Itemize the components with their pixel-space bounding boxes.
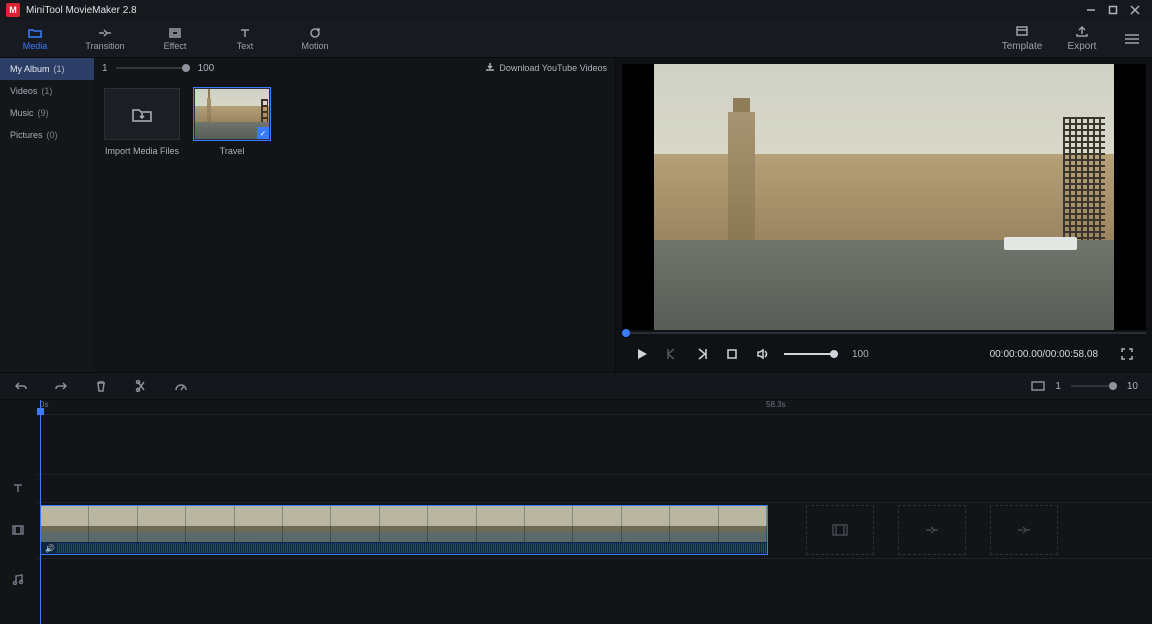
app-title: MiniTool MovieMaker 2.8	[26, 5, 1080, 16]
drop-video-slot[interactable]	[806, 505, 874, 555]
motion-icon	[308, 26, 322, 40]
drop-transition-slot-2[interactable]	[990, 505, 1058, 555]
split-button[interactable]	[134, 379, 148, 393]
title-bar: M MiniTool MovieMaker 2.8	[0, 0, 1152, 20]
seek-bar[interactable]	[622, 330, 1146, 336]
spacer-track	[36, 414, 1152, 474]
fit-timeline-button[interactable]	[1031, 379, 1045, 393]
video-track-icon	[0, 502, 36, 558]
import-icon	[104, 88, 180, 140]
app-logo: M	[6, 3, 20, 17]
library-sidebar: My Album(1) Videos(1) Music(9) Pictures(…	[0, 58, 94, 372]
export-icon	[1075, 25, 1089, 40]
media-grid: Import Media Files ✓ Travel	[94, 78, 615, 166]
timeline: 0s 58.3s 🔊	[0, 400, 1152, 624]
sidebar-item-myalbum[interactable]: My Album(1)	[0, 58, 94, 80]
volume-slider[interactable]	[784, 353, 838, 355]
download-youtube-link[interactable]: Download YouTube Videos	[485, 62, 607, 74]
import-media-card[interactable]: Import Media Files	[104, 88, 180, 156]
menu-button[interactable]	[1112, 33, 1152, 45]
close-button[interactable]	[1124, 1, 1146, 19]
preview-panel: 100 00:00:00.00/00:00:58.08	[616, 58, 1152, 372]
text-track[interactable]	[36, 474, 1152, 502]
minimize-button[interactable]	[1080, 1, 1102, 19]
drop-transition-slot[interactable]	[898, 505, 966, 555]
drop-slots	[806, 505, 1058, 555]
tracks-area[interactable]: 0s 58.3s 🔊	[36, 400, 1152, 624]
template-icon	[1015, 25, 1029, 40]
music-track[interactable]	[36, 558, 1152, 600]
tab-text[interactable]: Text	[210, 20, 280, 58]
video-clip[interactable]: 🔊	[40, 505, 768, 555]
preview-controls: 100 00:00:00.00/00:00:58.08	[622, 336, 1146, 372]
tab-effect[interactable]: Effect	[140, 20, 210, 58]
timeline-toolbar: 1 10	[0, 372, 1152, 400]
volume-icon[interactable]	[754, 346, 770, 362]
transition-icon	[98, 26, 112, 40]
preview-canvas[interactable]	[622, 64, 1146, 330]
delete-button[interactable]	[94, 379, 108, 393]
volume-value: 100	[852, 349, 869, 360]
clip-thumbnails	[41, 506, 767, 542]
waveform	[57, 543, 767, 553]
template-button[interactable]: Template	[992, 20, 1052, 58]
sidebar-item-videos[interactable]: Videos(1)	[0, 80, 94, 102]
main-area: My Album(1) Videos(1) Music(9) Pictures(…	[0, 58, 1152, 372]
folder-icon	[28, 26, 42, 40]
playhead[interactable]	[40, 400, 41, 624]
music-track-icon	[0, 558, 36, 600]
fullscreen-button[interactable]	[1120, 347, 1134, 361]
tab-transition[interactable]: Transition	[70, 20, 140, 58]
main-toolbar: Media Transition Effect Text Motion Temp…	[0, 20, 1152, 58]
clip-audio-lane: 🔊	[41, 542, 767, 554]
effect-icon	[168, 26, 182, 40]
timeline-zoom-max: 10	[1127, 381, 1138, 392]
undo-button[interactable]	[14, 379, 28, 393]
speed-button[interactable]	[174, 379, 188, 393]
tab-media[interactable]: Media	[0, 20, 70, 58]
thumb-zoom-slider[interactable]	[116, 67, 190, 69]
selected-check-icon: ✓	[257, 127, 269, 139]
download-icon	[485, 62, 495, 74]
play-button[interactable]	[634, 346, 650, 362]
sidebar-item-music[interactable]: Music(9)	[0, 102, 94, 124]
stop-button[interactable]	[724, 346, 740, 362]
redo-button[interactable]	[54, 379, 68, 393]
track-gutter	[0, 400, 36, 624]
timeline-zoom-slider[interactable]	[1071, 385, 1117, 387]
prev-frame-button[interactable]	[664, 346, 680, 362]
video-track[interactable]: 🔊	[36, 502, 1152, 558]
time-display: 00:00:00.00/00:00:58.08	[990, 349, 1098, 360]
library-content: 1 100 Download YouTube Videos Import Med…	[94, 58, 616, 372]
media-card-travel[interactable]: ✓ Travel	[194, 88, 270, 156]
text-track-icon	[0, 474, 36, 502]
next-frame-button[interactable]	[694, 346, 710, 362]
thumb-zoom-min: 1	[102, 63, 108, 74]
timeline-zoom-min: 1	[1055, 381, 1061, 392]
media-thumbnail: ✓	[194, 88, 270, 140]
sidebar-item-pictures[interactable]: Pictures(0)	[0, 124, 94, 146]
tab-motion[interactable]: Motion	[280, 20, 350, 58]
text-icon	[238, 26, 252, 40]
library-topbar: 1 100 Download YouTube Videos	[94, 58, 615, 78]
thumb-zoom-max: 100	[198, 63, 215, 74]
export-button[interactable]: Export	[1052, 20, 1112, 58]
time-ruler[interactable]: 0s 58.3s	[36, 400, 1152, 414]
maximize-button[interactable]	[1102, 1, 1124, 19]
clip-volume-icon: 🔊	[45, 544, 55, 553]
